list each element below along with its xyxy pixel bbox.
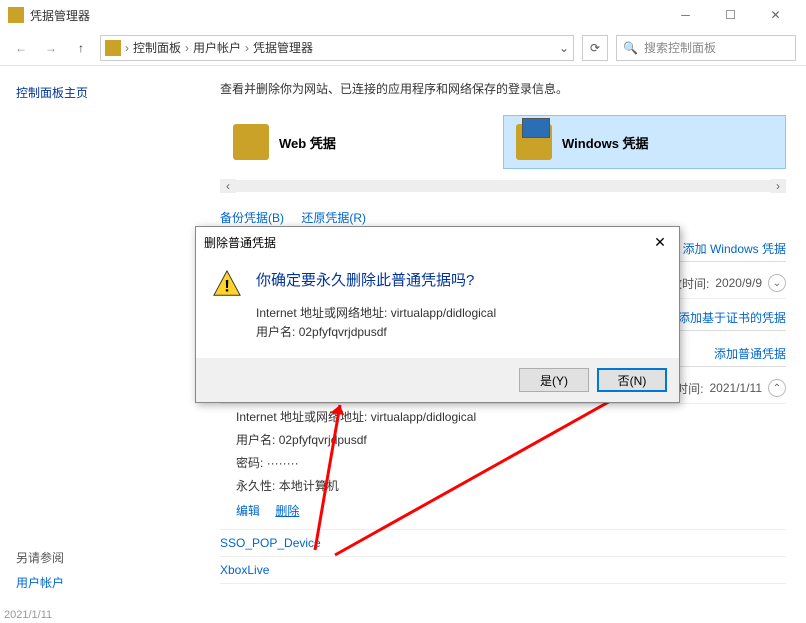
scroll-left-icon[interactable]: ‹ — [220, 179, 236, 193]
see-also-label: 另请参阅 — [16, 549, 64, 566]
sidebar-user-accounts-link[interactable]: 用户帐户 — [16, 574, 64, 591]
web-cred-icon — [233, 124, 269, 160]
close-button[interactable]: ✕ — [753, 1, 798, 29]
up-button[interactable]: ↑ — [70, 37, 92, 59]
back-button[interactable]: ← — [10, 37, 32, 59]
chevron-up-icon[interactable]: ⌃ — [768, 379, 786, 397]
footer-timestamp: 2021/1/11 — [4, 609, 52, 621]
breadcrumb-sep: › — [185, 41, 189, 55]
titlebar: 凭据管理器 ─ ☐ ✕ — [0, 0, 806, 30]
confirm-delete-dialog: 删除普通凭据 ✕ ! 你确定要永久删除此普通凭据吗? Internet 地址或网… — [195, 226, 680, 403]
dialog-close-button[interactable]: ✕ — [649, 231, 671, 253]
crumb-credential-manager[interactable]: 凭据管理器 — [253, 39, 313, 56]
windows-cred-icon — [516, 124, 552, 160]
sidebar: 控制面板主页 另请参阅 用户帐户 2021/1/11 — [0, 66, 200, 623]
detail-user-value: 02pfyfqvrjdpusdf — [279, 433, 367, 447]
edit-credential-link[interactable]: 编辑 — [236, 504, 260, 518]
detail-persist-label: 永久性: — [236, 479, 275, 493]
web-cred-label: Web 凭据 — [279, 133, 336, 152]
dialog-user-value: 02pfyfqvrjdpusdf — [299, 325, 387, 339]
search-placeholder: 搜索控制面板 — [644, 39, 716, 56]
credential-details: Internet 地址或网络地址: virtualapp/didlogical … — [220, 404, 786, 530]
breadcrumb[interactable]: › 控制面板 › 用户帐户 › 凭据管理器 ⌄ — [100, 35, 574, 61]
crumb-user-accounts[interactable]: 用户帐户 — [193, 39, 241, 56]
sidebar-home-link[interactable]: 控制面板主页 — [16, 84, 184, 101]
windows-credentials-tab[interactable]: Windows 凭据 — [503, 115, 786, 169]
windows-cred-label: Windows 凭据 — [562, 133, 649, 152]
no-button[interactable]: 否(N) — [597, 368, 667, 392]
credential-row-sso[interactable]: SSO_POP_Device — [220, 530, 786, 557]
dialog-user-label: 用户名: — [256, 325, 295, 339]
restore-credentials-link[interactable]: 还原凭据(R) — [301, 211, 366, 225]
breadcrumb-sep: › — [245, 41, 249, 55]
crumb-control-panel[interactable]: 控制面板 — [133, 39, 181, 56]
dialog-address-value: virtualapp/didlogical — [391, 306, 496, 320]
backup-credentials-link[interactable]: 备份凭据(B) — [220, 211, 284, 225]
window-title: 凭据管理器 — [30, 7, 663, 24]
credential-name: XboxLive — [220, 563, 269, 577]
navbar: ← → ↑ › 控制面板 › 用户帐户 › 凭据管理器 ⌄ ⟳ 🔍 搜索控制面板 — [0, 30, 806, 66]
horizontal-scrollbar[interactable]: ‹ › — [220, 177, 786, 195]
refresh-button[interactable]: ⟳ — [582, 35, 608, 61]
dialog-question: 你确定要永久删除此普通凭据吗? — [256, 269, 496, 290]
intro-text: 查看并删除你为网站、已连接的应用程序和网络保存的登录信息。 — [220, 80, 786, 97]
minimize-button[interactable]: ─ — [663, 1, 708, 29]
detail-user-label: 用户名: — [236, 433, 275, 447]
folder-icon — [105, 40, 121, 56]
modified-date: 2020/9/9 — [715, 276, 762, 290]
add-windows-credential-link[interactable]: 添加 Windows 凭据 — [683, 240, 786, 257]
breadcrumb-sep: › — [125, 41, 129, 55]
add-generic-credential-link[interactable]: 添加普通凭据 — [714, 345, 786, 362]
yes-button[interactable]: 是(Y) — [519, 368, 589, 392]
search-icon: 🔍 — [623, 41, 638, 55]
credential-row-xbox[interactable]: XboxLive — [220, 557, 786, 584]
credential-name: SSO_POP_Device — [220, 536, 321, 550]
scroll-track[interactable] — [236, 180, 770, 192]
svg-text:!: ! — [224, 277, 230, 296]
detail-password-label: 密码: — [236, 456, 263, 470]
dialog-address-label: Internet 地址或网络地址: — [256, 306, 387, 320]
modified-date: 2021/1/11 — [710, 381, 763, 395]
forward-button: → — [40, 37, 62, 59]
chevron-down-icon[interactable]: ⌄ — [559, 41, 569, 55]
dialog-title: 删除普通凭据 — [204, 234, 276, 251]
web-credentials-tab[interactable]: Web 凭据 — [220, 115, 503, 169]
app-icon — [8, 7, 24, 23]
detail-password-value: ········ — [267, 456, 299, 470]
chevron-down-icon[interactable]: ⌄ — [768, 274, 786, 292]
detail-persist-value: 本地计算机 — [279, 479, 339, 493]
detail-address-value: virtualapp/didlogical — [371, 410, 476, 424]
search-input[interactable]: 🔍 搜索控制面板 — [616, 35, 796, 61]
detail-address-label: Internet 地址或网络地址: — [236, 410, 367, 424]
delete-credential-link[interactable]: 删除 — [275, 504, 299, 518]
scroll-right-icon[interactable]: › — [770, 179, 786, 193]
maximize-button[interactable]: ☐ — [708, 1, 753, 29]
add-cert-credential-link[interactable]: 添加基于证书的凭据 — [678, 309, 786, 326]
warning-icon: ! — [212, 269, 242, 299]
